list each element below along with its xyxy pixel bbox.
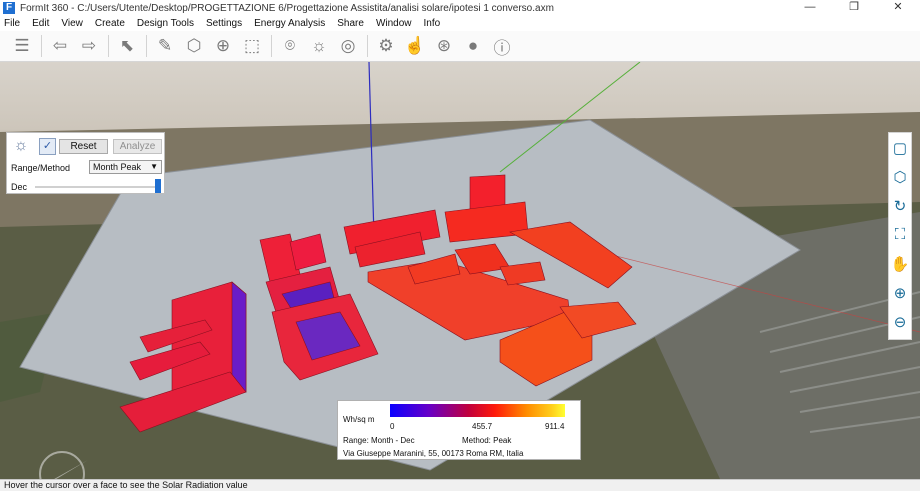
- location-icon[interactable]: ⌾: [276, 33, 304, 59]
- layers-icon[interactable]: ☰: [8, 33, 36, 59]
- title-bar: F FormIt 360 - C:/Users/Utente/Desktop/P…: [0, 0, 920, 16]
- settings-icon[interactable]: ⚙: [372, 33, 400, 59]
- toolbar-divider: [108, 35, 109, 57]
- legend-range: Range: Month - Dec: [343, 436, 415, 445]
- orbit-icon[interactable]: ↻: [889, 191, 911, 220]
- month-label: Dec: [11, 182, 28, 192]
- minimize-button[interactable]: —: [788, 0, 832, 16]
- toolbar-divider: [41, 35, 42, 57]
- cube-icon[interactable]: ⬡: [180, 33, 208, 59]
- building-shadow-face: [231, 281, 247, 393]
- legend-color-bar: [390, 404, 565, 417]
- group-icon[interactable]: ⬚: [238, 33, 266, 59]
- menu-file[interactable]: File: [4, 18, 20, 29]
- zoom-extents-icon[interactable]: ▢: [889, 133, 911, 162]
- sun-settings-icon[interactable]: ☼: [11, 137, 31, 155]
- menu-settings[interactable]: Settings: [206, 18, 242, 29]
- legend-max: 911.4: [545, 422, 565, 431]
- pan-icon[interactable]: ✋: [889, 249, 911, 278]
- zoom-in-icon[interactable]: ⊕: [889, 278, 911, 307]
- range-method-label: Range/Method: [11, 163, 71, 173]
- zoom-out-icon[interactable]: ⊖: [889, 307, 911, 336]
- solar-panel-header: ☼ ✓: [11, 137, 56, 155]
- dropdown-arrow-icon: ▼: [150, 162, 158, 171]
- menu-energy-analysis[interactable]: Energy Analysis: [254, 18, 325, 29]
- range-method-value: Month Peak: [93, 162, 142, 172]
- toolbar-divider: [146, 35, 147, 57]
- menu-share[interactable]: Share: [337, 18, 364, 29]
- legend-address: Via Giuseppe Maranini, 55, 00173 Roma RM…: [343, 449, 524, 458]
- solar-legend: Wh/sq m 0 455.7 911.4 Range: Month - Dec…: [337, 400, 581, 460]
- menu-design-tools[interactable]: Design Tools: [137, 18, 194, 29]
- sun-icon[interactable]: ☼: [305, 33, 333, 59]
- view-tools-bar: ▢ ⬡ ↻ ⛶ ✋ ⊕ ⊖: [888, 132, 912, 340]
- view-cube-icon[interactable]: ⬡: [889, 162, 911, 191]
- redo-icon[interactable]: ⇨: [75, 33, 103, 59]
- menu-edit[interactable]: Edit: [32, 18, 49, 29]
- toolbar-divider: [271, 35, 272, 57]
- hand-icon[interactable]: ☝: [401, 33, 429, 59]
- select-icon[interactable]: ⬉: [113, 33, 141, 59]
- reset-button[interactable]: Reset: [59, 139, 108, 154]
- add-group-icon[interactable]: ⊕: [209, 33, 237, 59]
- menu-create[interactable]: Create: [95, 18, 125, 29]
- status-bar: Hover the cursor over a face to see the …: [0, 479, 920, 491]
- legend-min: 0: [390, 422, 395, 431]
- range-method-select[interactable]: Month Peak ▼: [89, 160, 162, 174]
- formit-logo-icon: F: [3, 2, 15, 14]
- window-title: FormIt 360 - C:/Users/Utente/Desktop/PRO…: [20, 2, 554, 14]
- legend-unit: Wh/sq m: [343, 415, 375, 424]
- legend-mid: 455.7: [472, 422, 493, 431]
- share-icon[interactable]: ⊛: [430, 33, 458, 59]
- menu-window[interactable]: Window: [376, 18, 412, 29]
- toolbar-divider: [367, 35, 368, 57]
- show-results-check-icon[interactable]: ✓: [39, 137, 56, 155]
- menu-info[interactable]: Info: [424, 18, 441, 29]
- undo-icon[interactable]: ⇦: [46, 33, 74, 59]
- main-toolbar: ☰ ⇦ ⇨ ⬉ ✎ ⬡ ⊕ ⬚ ⌾ ☼ ◎ ⚙ ☝ ⊛ ● ⓘ: [0, 31, 920, 62]
- legend-method: Method: Peak: [462, 436, 512, 445]
- user-icon[interactable]: ●: [459, 33, 487, 59]
- close-button[interactable]: ✕: [876, 0, 920, 16]
- analyze-button[interactable]: Analyze: [113, 139, 162, 154]
- month-slider-thumb[interactable]: [155, 179, 161, 193]
- walk-icon[interactable]: ⛶: [889, 220, 911, 249]
- menu-bar: File Edit View Create Design Tools Setti…: [0, 16, 920, 31]
- maximize-button[interactable]: ❐: [832, 0, 876, 16]
- month-slider-track[interactable]: [35, 186, 159, 188]
- menu-view[interactable]: View: [61, 18, 83, 29]
- draw-icon[interactable]: ✎: [151, 33, 179, 59]
- solar-analysis-panel: ☼ ✓ Reset Analyze Range/Method Month Pea…: [6, 132, 165, 194]
- info-icon[interactable]: ⓘ: [488, 33, 516, 59]
- energy-icon[interactable]: ◎: [334, 33, 362, 59]
- window-controls: — ❐ ✕: [788, 0, 920, 16]
